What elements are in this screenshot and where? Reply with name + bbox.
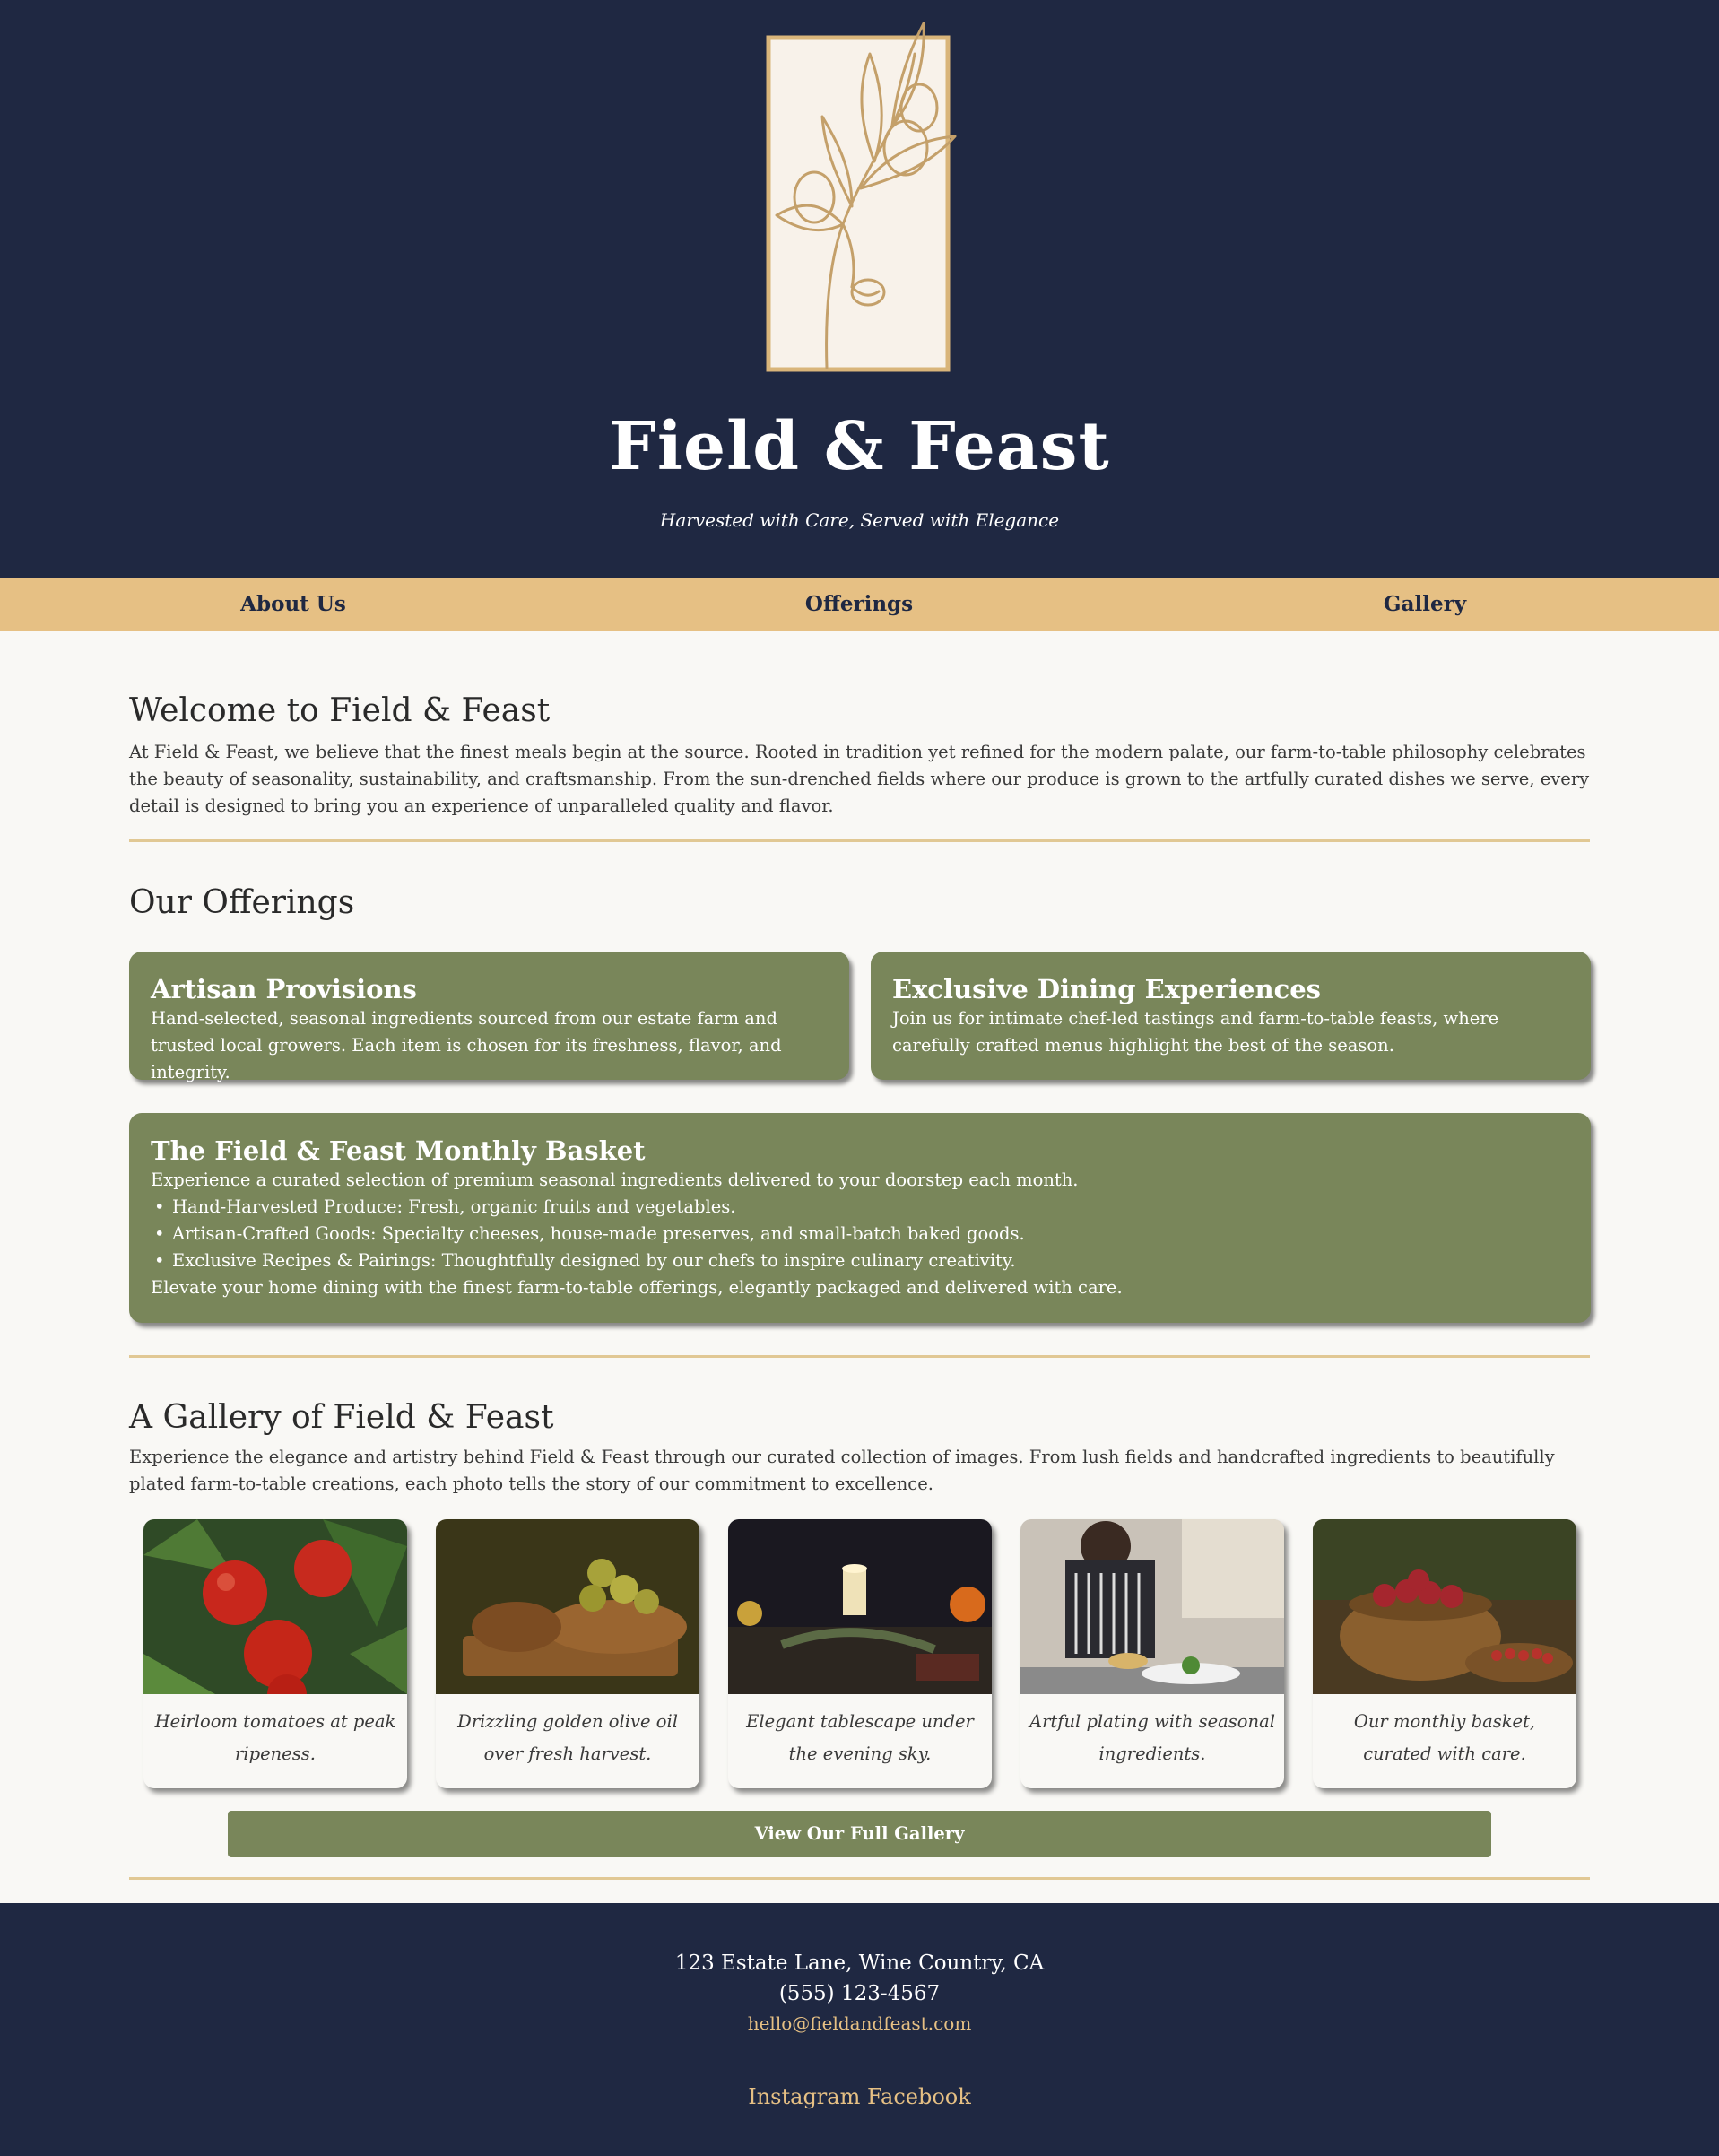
footer-phone: (555) 123-4567: [778, 1982, 941, 2005]
gallery-item-olive-oil[interactable]: Drizzling golden olive oil over fresh ha…: [436, 1519, 699, 1788]
footer-email: hello@fieldandfeast.com: [0, 2013, 1719, 2034]
harvest-basket-photo: [1313, 1519, 1576, 1694]
card-body: Join us for intimate chef-led tastings a…: [892, 1008, 1499, 1056]
site-header: Field & Feast Harvested with Care, Serve…: [0, 0, 1719, 578]
offerings-title: Our Offerings: [129, 884, 355, 921]
card-title: Exclusive Dining Experiences: [892, 974, 1322, 1004]
monthly-basket-card: The Field & Feast Monthly Basket Experie…: [129, 1113, 1591, 1323]
main-nav: About Us Offerings Gallery: [0, 578, 1719, 631]
section-divider: [129, 1877, 1590, 1880]
gallery-caption: Drizzling golden olive oil over fresh ha…: [457, 1711, 678, 1764]
gallery-title: A Gallery of Field & Feast: [129, 1399, 554, 1436]
about-paragraph: At Field & Feast, we believe that the fi…: [129, 742, 1590, 816]
card-body: Hand-selected, seasonal ingredients sour…: [151, 1008, 782, 1082]
list-item: Exclusive Recipes & Pairings: Thoughtful…: [151, 1248, 1569, 1274]
card-title: The Field & Feast Monthly Basket: [151, 1135, 646, 1166]
nav-item-about-us[interactable]: About Us: [159, 592, 428, 616]
email-link[interactable]: hello@fieldandfeast.com: [748, 2013, 972, 2034]
view-full-gallery-button[interactable]: View Our Full Gallery: [228, 1811, 1491, 1857]
site-tagline: Harvested with Care, Served with Eleganc…: [659, 509, 1060, 531]
gallery-caption: Artful plating with seasonal ingredients…: [1029, 1711, 1275, 1764]
about-title: Welcome to Field & Feast: [129, 692, 551, 729]
site-title: Field & Feast: [609, 408, 1110, 485]
olive-branch-icon: [766, 22, 957, 372]
footer-address: 123 Estate Lane, Wine Country, CA: [674, 1952, 1045, 1975]
facebook-link[interactable]: Facebook: [867, 2084, 971, 2109]
olive-oil-photo: [436, 1519, 699, 1694]
nav-item-gallery[interactable]: Gallery: [1290, 592, 1559, 616]
offering-card-artisan-provisions: Artisan Provisions Hand-selected, season…: [129, 952, 849, 1082]
offering-card-dining-experiences: Exclusive Dining Experiences Join us for…: [871, 952, 1591, 1080]
section-divider: [129, 1355, 1590, 1358]
instagram-link[interactable]: Instagram: [748, 2084, 860, 2109]
list-item: Artisan-Crafted Goods: Specialty cheeses…: [151, 1221, 1569, 1248]
section-divider: [129, 839, 1590, 842]
gallery-caption: Elegant tablescape under the evening sky…: [746, 1711, 974, 1764]
gallery-item-basket[interactable]: Our monthly basket, curated with care.: [1313, 1519, 1576, 1788]
basket-outro: Elevate your home dining with the finest…: [151, 1277, 1123, 1298]
gallery-paragraph: Experience the elegance and artistry beh…: [129, 1447, 1555, 1494]
gallery-item-tomatoes[interactable]: Heirloom tomatoes at peak ripeness.: [143, 1519, 407, 1788]
gallery-item-plating[interactable]: Artful plating with seasonal ingredients…: [1020, 1519, 1284, 1788]
gallery-caption: Our monthly basket, curated with care.: [1353, 1711, 1536, 1764]
social-links: Instagram Facebook: [0, 2084, 1719, 2109]
gallery-caption: Heirloom tomatoes at peak ripeness.: [154, 1711, 396, 1764]
basket-intro: Experience a curated selection of premiu…: [151, 1169, 1079, 1190]
site-footer: 123 Estate Lane, Wine Country, CA (555) …: [0, 1903, 1719, 2156]
chef-plating-photo: [1020, 1519, 1284, 1694]
basket-list: Hand-Harvested Produce: Fresh, organic f…: [151, 1194, 1569, 1274]
nav-item-offerings[interactable]: Offerings: [725, 592, 994, 616]
tablescape-photo: [728, 1519, 992, 1694]
gallery-item-tablescape[interactable]: Elegant tablescape under the evening sky…: [728, 1519, 992, 1788]
card-title: Artisan Provisions: [151, 974, 417, 1004]
tomatoes-photo: [143, 1519, 407, 1694]
list-item: Hand-Harvested Produce: Fresh, organic f…: [151, 1194, 1569, 1221]
